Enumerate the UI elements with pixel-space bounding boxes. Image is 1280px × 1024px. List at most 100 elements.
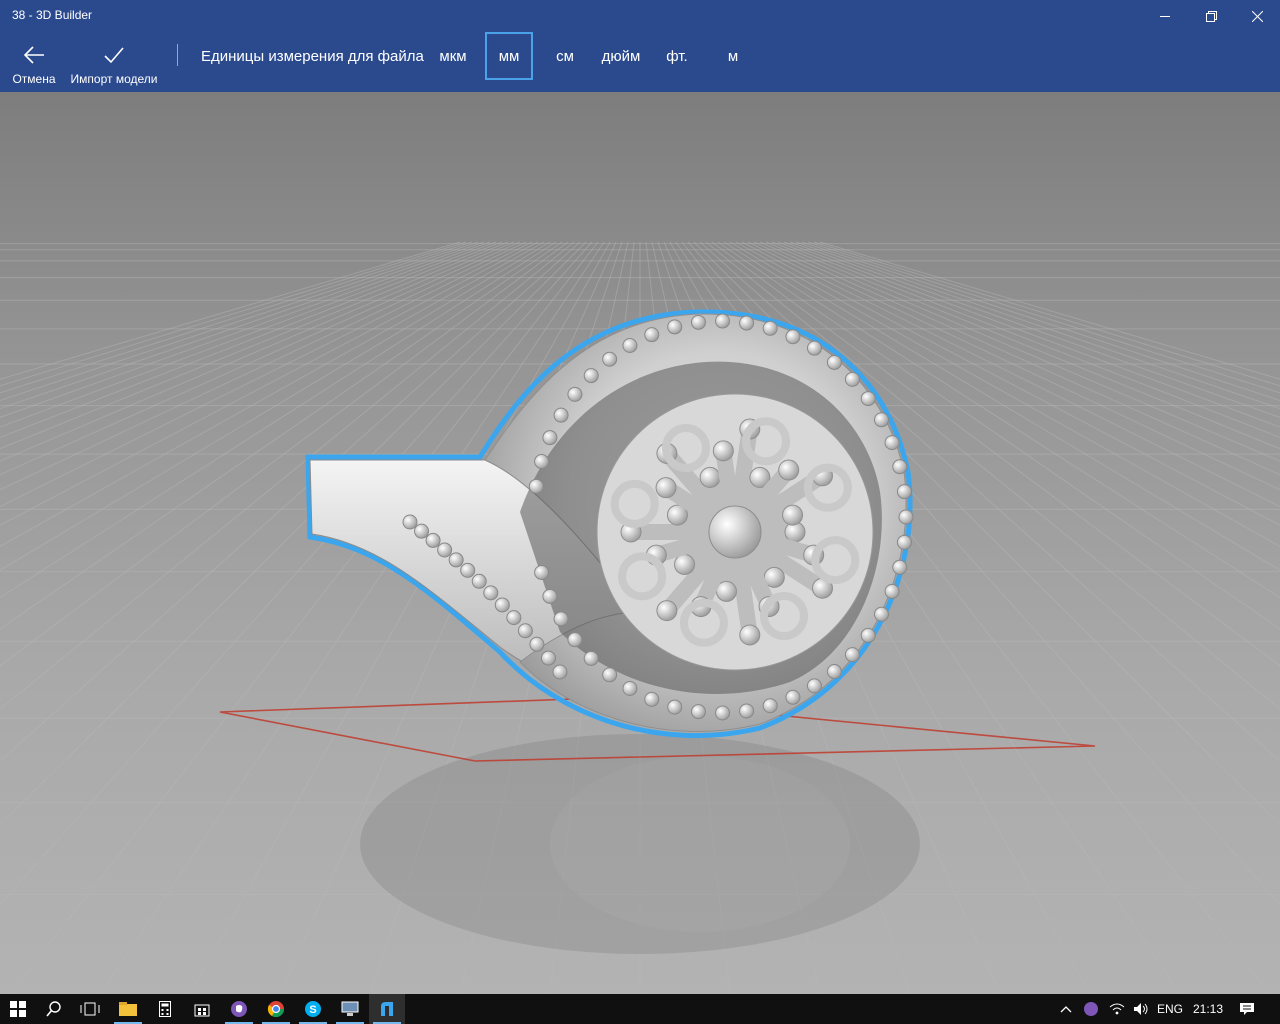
bead <box>667 699 683 715</box>
taskbar-chrome[interactable] <box>258 994 294 1024</box>
import-model-label: Импорт модели <box>70 72 158 86</box>
bead <box>715 705 731 721</box>
bead <box>896 484 912 500</box>
taskbar-calculator[interactable] <box>147 994 183 1024</box>
show-hidden-icons[interactable] <box>1052 994 1080 1024</box>
clock[interactable]: 21:13 <box>1193 1002 1223 1016</box>
taskbar-file-explorer[interactable] <box>110 994 146 1024</box>
tray-volume[interactable] <box>1128 994 1154 1024</box>
minimize-button[interactable] <box>1142 0 1188 32</box>
model-reflection <box>360 734 920 954</box>
bead <box>785 689 801 705</box>
bead <box>762 698 778 714</box>
bead <box>529 636 545 652</box>
bead <box>460 562 476 578</box>
petal-tip <box>782 504 804 526</box>
bead <box>534 564 550 580</box>
petal-tip <box>699 466 721 488</box>
taskbar-store[interactable] <box>184 994 220 1024</box>
bead <box>517 623 533 639</box>
bead <box>602 667 618 683</box>
calculator-icon <box>159 1001 171 1017</box>
search-icon <box>46 1001 61 1017</box>
bead <box>553 611 569 627</box>
bead <box>528 478 544 494</box>
scene-canvas[interactable] <box>0 92 1280 994</box>
bead <box>874 412 890 428</box>
bead <box>884 435 900 451</box>
bead <box>896 534 912 550</box>
import-model-button[interactable]: Импорт модели <box>64 32 164 92</box>
action-center-button[interactable] <box>1232 994 1262 1024</box>
search-button[interactable] <box>36 994 72 1024</box>
bead <box>644 691 660 707</box>
skype-icon: S <box>305 1001 321 1017</box>
title-bar: 38 - 3D Builder <box>0 0 1280 32</box>
units-label: Единицы измерения для файла <box>201 48 424 65</box>
bead <box>826 354 842 370</box>
taskbar-skype[interactable]: S <box>295 994 331 1024</box>
windows-logo-icon <box>10 1001 26 1017</box>
bead <box>567 386 583 402</box>
unit-foot[interactable]: фт. <box>657 32 697 80</box>
bead <box>898 509 914 525</box>
bead <box>583 368 599 384</box>
unit-inch[interactable]: дюйм <box>595 32 647 80</box>
bead <box>583 650 599 666</box>
bead <box>860 391 876 407</box>
unit-millimeter[interactable]: мм <box>485 32 533 80</box>
unit-meter[interactable]: м <box>715 32 751 80</box>
svg-text:S: S <box>309 1004 316 1016</box>
chrome-icon <box>267 1001 285 1018</box>
tray-network[interactable] <box>1104 994 1130 1024</box>
bead <box>506 610 522 626</box>
3d-viewport[interactable] <box>0 92 1280 994</box>
bead <box>402 514 418 530</box>
bead <box>690 314 706 330</box>
back-arrow-icon <box>23 46 44 64</box>
bead <box>762 320 778 336</box>
window-title: 38 - 3D Builder <box>12 8 93 22</box>
bead <box>542 430 558 446</box>
input-language[interactable]: ENG <box>1157 1002 1183 1016</box>
wifi-icon <box>1109 1003 1125 1015</box>
close-button[interactable] <box>1234 0 1280 32</box>
bead <box>739 315 755 331</box>
bead <box>806 340 822 356</box>
bead <box>622 680 638 696</box>
task-view-button[interactable] <box>72 994 108 1024</box>
bead <box>540 650 556 666</box>
restore-button[interactable] <box>1188 0 1234 32</box>
bead <box>844 647 860 663</box>
tray-viber[interactable] <box>1078 994 1104 1024</box>
bead <box>553 407 569 423</box>
file-explorer-icon <box>119 1002 137 1016</box>
toolbar-divider <box>177 44 178 66</box>
cancel-label: Отмена <box>12 72 56 86</box>
minimize-icon <box>1159 15 1170 17</box>
petal-tip <box>712 440 734 462</box>
store-icon <box>194 1004 210 1017</box>
cancel-button[interactable]: Отмена <box>6 32 62 92</box>
bead <box>826 664 842 680</box>
close-icon <box>1251 10 1263 22</box>
bead <box>602 351 618 367</box>
bead <box>437 542 453 558</box>
bead <box>494 597 510 613</box>
chevron-up-icon <box>1060 1006 1072 1013</box>
petal-tip <box>674 553 696 575</box>
unit-centimeter[interactable]: см <box>545 32 585 80</box>
bead <box>667 319 683 335</box>
taskbar-3d-builder[interactable] <box>369 994 405 1024</box>
unit-micrometer[interactable]: мкм <box>431 32 475 80</box>
windows-taskbar: S ENG 21:13 <box>0 994 1280 1024</box>
taskbar-viber[interactable] <box>221 994 257 1024</box>
bead <box>425 532 441 548</box>
petal-rod <box>730 551 758 643</box>
bead <box>892 559 908 575</box>
ring-model[interactable] <box>309 313 914 732</box>
bead <box>884 583 900 599</box>
bead <box>715 313 731 329</box>
start-button[interactable] <box>0 994 36 1024</box>
taskbar-remote-desktop[interactable] <box>332 994 368 1024</box>
